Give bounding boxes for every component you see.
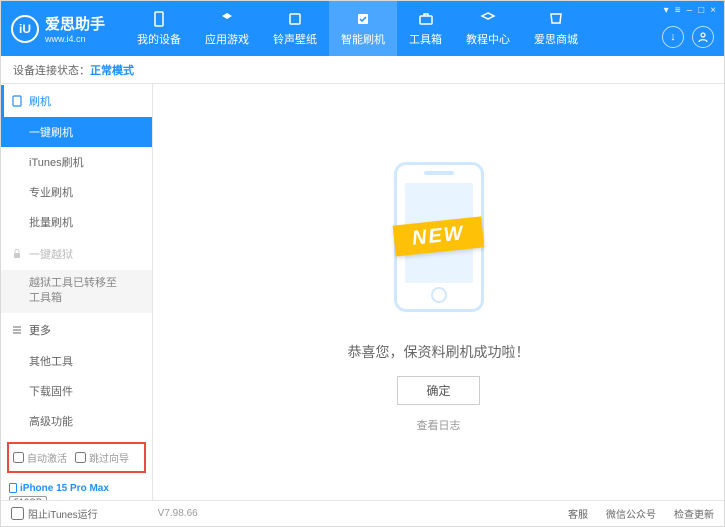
maximize-icon[interactable]: □ (698, 5, 704, 16)
mall-icon (547, 10, 565, 28)
device-icon (150, 10, 168, 28)
close-icon[interactable]: × (710, 5, 716, 16)
app-url: www.i4.cn (45, 34, 105, 44)
download-button[interactable]: ↓ (662, 26, 684, 48)
app-header: iU 爱思助手 www.i4.cn 我的设备 应用游戏 铃声壁纸 智能刷机 工具… (1, 1, 724, 56)
lock-icon (11, 248, 23, 260)
nav-apps[interactable]: 应用游戏 (193, 1, 261, 56)
menu-icon[interactable]: ≡ (675, 5, 681, 16)
nav-mall[interactable]: 爱思商城 (522, 1, 590, 56)
nav-my-device[interactable]: 我的设备 (125, 1, 193, 56)
block-itunes-checkbox[interactable]: 阻止iTunes运行 (11, 506, 98, 521)
status-bar: 设备连接状态： 正常模式 (1, 56, 724, 84)
main-nav: 我的设备 应用游戏 铃声壁纸 智能刷机 工具箱 教程中心 爱思商城 (125, 1, 590, 56)
ringtone-icon (286, 10, 304, 28)
main-panel: NEW 恭喜您，保资料刷机成功啦！ 确定 查看日志 (153, 84, 724, 500)
checkbox-highlight: 自动激活 跳过向导 (7, 442, 146, 473)
sidebar-item-download[interactable]: 下载固件 (1, 376, 152, 406)
footer: 阻止iTunes运行 V7.98.66 客服 微信公众号 检查更新 (1, 500, 724, 526)
list-icon (11, 324, 23, 336)
ok-button[interactable]: 确定 (397, 376, 479, 405)
user-button[interactable] (692, 26, 714, 48)
nav-flash[interactable]: 智能刷机 (329, 1, 397, 56)
device-storage: 512GB (9, 496, 47, 500)
content: 刷机 一键刷机 iTunes刷机 专业刷机 批量刷机 一键越狱 越狱工具已转移至… (1, 84, 724, 500)
sidebar-item-pro[interactable]: 专业刷机 (1, 177, 152, 207)
sidebar-item-onekey[interactable]: 一键刷机 (1, 117, 152, 147)
logo-area: iU 爱思助手 www.i4.cn (11, 13, 105, 44)
status-mode: 正常模式 (90, 62, 134, 78)
sidebar-item-itunes[interactable]: iTunes刷机 (1, 147, 152, 177)
view-log-link[interactable]: 查看日志 (417, 417, 461, 433)
status-label: 设备连接状态： (13, 62, 90, 78)
success-illustration: NEW (339, 152, 539, 322)
toolbox-icon (417, 10, 435, 28)
dropdown-icon[interactable]: ▾ (664, 5, 669, 16)
device-phone-icon (9, 483, 17, 493)
version-label: V7.98.66 (158, 508, 198, 519)
footer-link-service[interactable]: 客服 (568, 506, 588, 521)
sidebar-item-advanced[interactable]: 高级功能 (1, 406, 152, 436)
footer-links: 客服 微信公众号 检查更新 (568, 506, 714, 521)
sidebar-item-other[interactable]: 其他工具 (1, 346, 152, 376)
minimize-icon[interactable]: – (687, 5, 693, 16)
sidebar-more-header[interactable]: 更多 (1, 314, 152, 346)
skip-guide-checkbox[interactable]: 跳过向导 (75, 450, 129, 465)
device-name[interactable]: iPhone 15 Pro Max (9, 483, 144, 494)
sidebar-item-batch[interactable]: 批量刷机 (1, 207, 152, 237)
apps-icon (218, 10, 236, 28)
app-name: 爱思助手 (45, 13, 105, 34)
auto-activate-checkbox[interactable]: 自动激活 (13, 450, 67, 465)
tutorial-icon (479, 10, 497, 28)
phone-icon (11, 95, 23, 107)
nav-ringtone[interactable]: 铃声壁纸 (261, 1, 329, 56)
sidebar-jailbreak-note: 越狱工具已转移至 工具箱 (1, 270, 152, 313)
success-message: 恭喜您，保资料刷机成功啦！ (348, 342, 530, 362)
nav-tutorial[interactable]: 教程中心 (454, 1, 522, 56)
nav-toolbox[interactable]: 工具箱 (397, 1, 454, 56)
window-controls: ▾ ≡ – □ × (664, 5, 716, 16)
sidebar: 刷机 一键刷机 iTunes刷机 专业刷机 批量刷机 一键越狱 越狱工具已转移至… (1, 84, 153, 500)
logo-icon: iU (11, 15, 39, 43)
header-actions: ↓ (662, 26, 714, 48)
sidebar-jailbreak-header[interactable]: 一键越狱 (1, 238, 152, 270)
flash-icon (354, 10, 372, 28)
device-info: iPhone 15 Pro Max 512GB iPhone (1, 479, 152, 500)
footer-link-update[interactable]: 检查更新 (674, 506, 714, 521)
sidebar-flash-header[interactable]: 刷机 (1, 85, 152, 117)
footer-link-wechat[interactable]: 微信公众号 (606, 506, 656, 521)
